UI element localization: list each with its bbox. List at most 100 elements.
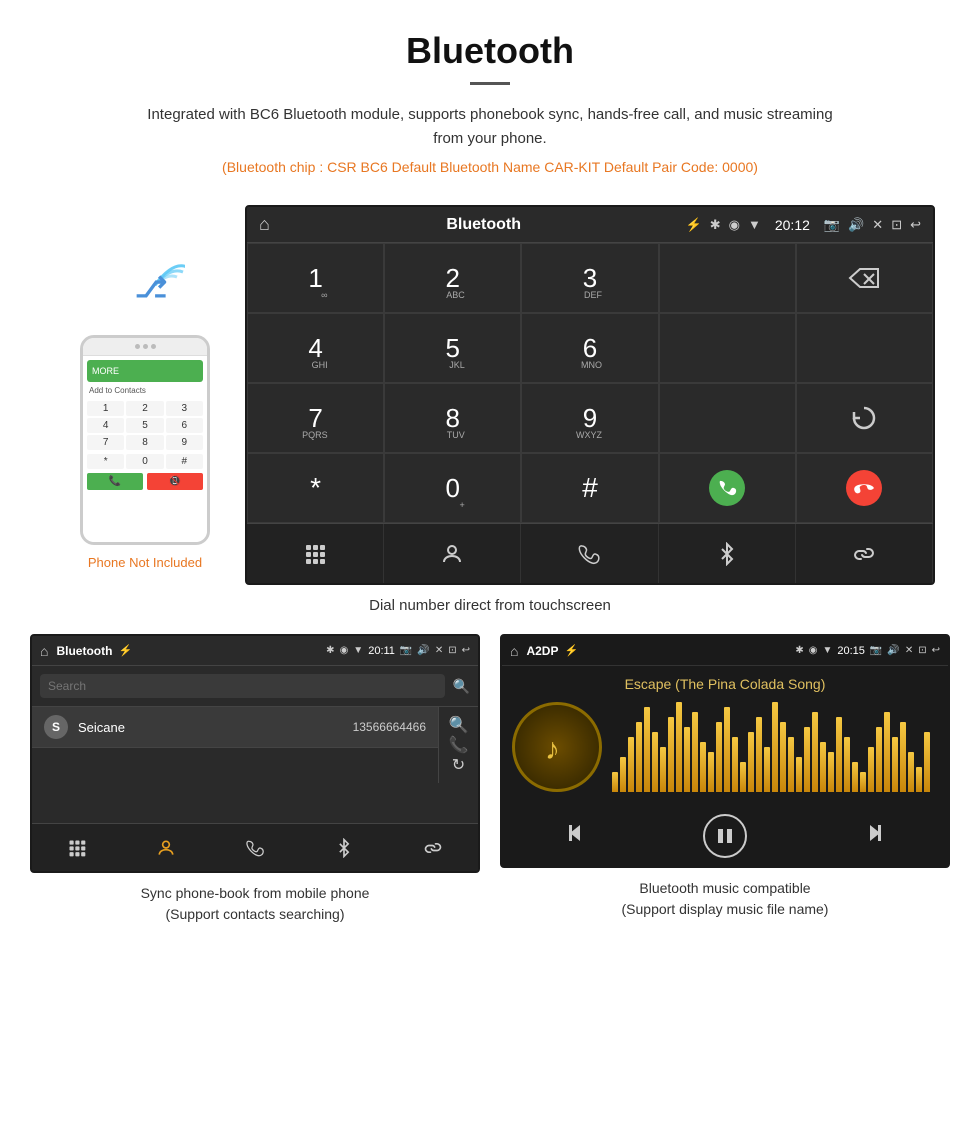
- pb-nav-bar: [32, 823, 478, 871]
- location-icon: ◉: [729, 217, 740, 233]
- phone-screen: MORE Add to Contacts 1 2 3 4 5 6 7 8 9 *…: [83, 356, 207, 542]
- bt-icon: ✱: [710, 217, 721, 233]
- nav-bluetooth[interactable]: [659, 524, 796, 583]
- pb-search-input[interactable]: [40, 674, 445, 698]
- music-wifi-icon: ▼: [822, 645, 832, 656]
- pb-wifi-icon: ▼: [353, 645, 363, 656]
- dial-key-3[interactable]: 3DEF: [521, 243, 658, 313]
- pb-side-phone-icon[interactable]: 📞: [449, 735, 469, 755]
- contact-initial: S: [44, 715, 68, 739]
- dial-key-4[interactable]: 4GHI: [247, 313, 384, 383]
- nav-dialpad[interactable]: [247, 524, 384, 583]
- call-red-icon: [846, 470, 882, 506]
- viz-bar: [636, 722, 642, 792]
- pb-nav-link[interactable]: [389, 824, 478, 871]
- pb-loc-icon: ◉: [340, 645, 349, 656]
- dial-key-hash[interactable]: #: [521, 453, 658, 523]
- pb-side-refresh-icon[interactable]: ↻: [452, 755, 465, 775]
- nav-contacts[interactable]: [384, 524, 521, 583]
- pb-back-icon[interactable]: ↩: [462, 645, 470, 656]
- viz-bar: [660, 747, 666, 792]
- viz-bar: [716, 722, 722, 792]
- pb-nav-dialpad[interactable]: [32, 824, 121, 871]
- dial-key-2[interactable]: 2ABC: [384, 243, 521, 313]
- dial-empty-2: [659, 313, 796, 383]
- dial-key-7[interactable]: 7PQRS: [247, 383, 384, 453]
- svg-text:⎇: ⎇: [135, 272, 167, 303]
- usb-icon: ⚡: [686, 217, 702, 233]
- viz-bar: [748, 732, 754, 792]
- dial-key-5[interactable]: 5JKL: [384, 313, 521, 383]
- dial-key-9[interactable]: 9WXYZ: [521, 383, 658, 453]
- pb-side-search-icon[interactable]: 🔍: [449, 715, 469, 735]
- pb-nav-bluetooth[interactable]: [300, 824, 389, 871]
- viz-bar: [772, 702, 778, 792]
- dial-key-1[interactable]: 1∞: [247, 243, 384, 313]
- dial-empty-3: [796, 313, 933, 383]
- phone-top-bar: [83, 338, 207, 356]
- viz-bar: [836, 717, 842, 792]
- page-title: Bluetooth: [20, 30, 960, 72]
- viz-bar: [804, 727, 810, 792]
- dial-key-0[interactable]: 0+: [384, 453, 521, 523]
- viz-bar: [692, 712, 698, 792]
- svg-text:♪: ♪: [545, 733, 560, 766]
- car-status-icons: ⚡ ✱ ◉ ▼ 20:12 📷 🔊 ✕ ⊡ ↩: [686, 217, 921, 233]
- viz-bar: [820, 742, 826, 792]
- music-bt-icon: ✱: [795, 645, 803, 656]
- dial-end-button[interactable]: [796, 453, 933, 523]
- camera-icon: 📷: [824, 217, 840, 233]
- home-icon[interactable]: ⌂: [259, 214, 270, 235]
- music-screen-title: A2DP: [526, 644, 558, 658]
- dialpad-key-8: 8: [126, 435, 163, 450]
- bt-signal-icon: ⎇: [105, 255, 185, 315]
- dial-key-6[interactable]: 6MNO: [521, 313, 658, 383]
- music-content: ♪: [512, 702, 938, 792]
- music-next-button[interactable]: [856, 819, 884, 853]
- phone-dot: [151, 344, 156, 349]
- pb-usb-icon: ⚡: [118, 644, 132, 657]
- music-back-icon[interactable]: ↩: [932, 645, 940, 656]
- dial-empty-4: [659, 383, 796, 453]
- viz-bar: [740, 762, 746, 792]
- dialpad-key-0: 0: [126, 454, 163, 469]
- dial-key-8[interactable]: 8TUV: [384, 383, 521, 453]
- phonebook-caption: Sync phone-book from mobile phone (Suppo…: [30, 873, 480, 929]
- dialpad-key-9: 9: [166, 435, 203, 450]
- music-play-pause-button[interactable]: [703, 814, 747, 858]
- music-status-bar: ⌂ A2DP ⚡ ✱ ◉ ▼ 20:15 📷 🔊 ✕ ⊡ ↩: [502, 636, 948, 666]
- pb-contact-row[interactable]: S Seicane 13566664466: [32, 707, 438, 748]
- nav-phone[interactable]: [521, 524, 658, 583]
- music-home-icon[interactable]: ⌂: [510, 643, 518, 659]
- dialpad-key-3: 3: [166, 401, 203, 416]
- music-screen: ⌂ A2DP ⚡ ✱ ◉ ▼ 20:15 📷 🔊 ✕ ⊡ ↩ Escape (T…: [500, 634, 950, 868]
- music-prev-button[interactable]: [566, 819, 594, 853]
- dialpad-area: 1∞ 2ABC 3DEF 4GHI 5JKL 6MNO 7PQRS 8TUV 9…: [247, 243, 933, 523]
- dial-key-star[interactable]: *: [247, 453, 384, 523]
- phone-mockup: MORE Add to Contacts 1 2 3 4 5 6 7 8 9 *…: [80, 335, 210, 545]
- phone-call-button[interactable]: 📞: [87, 473, 143, 490]
- pb-win-icon: ⊡: [448, 645, 456, 656]
- viz-bar: [924, 732, 930, 792]
- viz-bar: [700, 742, 706, 792]
- nav-link[interactable]: [796, 524, 933, 583]
- phone-end-button[interactable]: 📵: [147, 473, 203, 490]
- viz-bar: [812, 712, 818, 792]
- viz-bar: [724, 707, 730, 792]
- main-screen-wrapper: ⎇ MORE Add to Contacts 1 2 3: [0, 205, 980, 585]
- music-block: ⌂ A2DP ⚡ ✱ ◉ ▼ 20:15 📷 🔊 ✕ ⊡ ↩ Escape (T…: [500, 634, 950, 929]
- music-caption: Bluetooth music compatible (Support disp…: [500, 868, 950, 924]
- call-green-icon: [709, 470, 745, 506]
- dial-refresh[interactable]: [796, 383, 933, 453]
- dial-backspace[interactable]: [796, 243, 933, 313]
- contact-number: 13566664466: [353, 720, 426, 734]
- pb-nav-phone[interactable]: [210, 824, 299, 871]
- music-cam-icon: 📷: [870, 645, 882, 656]
- dial-call-button[interactable]: [659, 453, 796, 523]
- pb-home-icon[interactable]: ⌂: [40, 643, 48, 659]
- back-icon[interactable]: ↩: [910, 217, 921, 233]
- viz-bar: [668, 717, 674, 792]
- pb-nav-contacts-active[interactable]: [121, 824, 210, 871]
- car-nav-bar: [247, 523, 933, 583]
- dialpad-key-4: 4: [87, 418, 124, 433]
